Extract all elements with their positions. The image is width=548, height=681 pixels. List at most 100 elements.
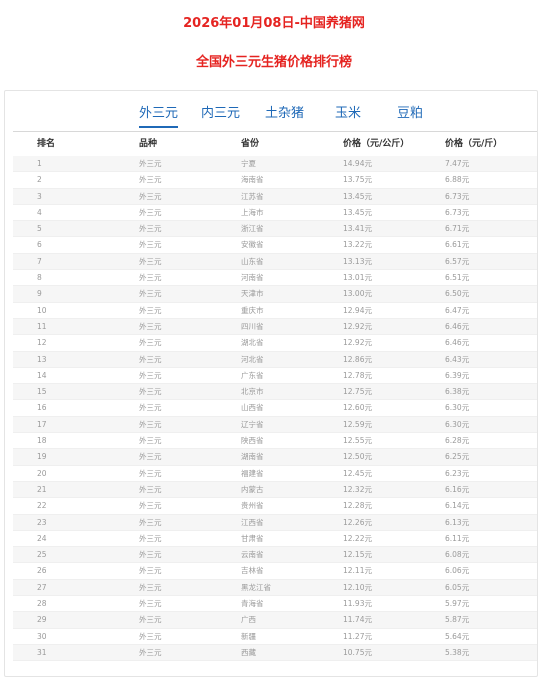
rank-cell: 26 xyxy=(37,566,47,576)
breed-cell: 外三元 xyxy=(139,452,162,462)
table-row: 25 外三元 云南省 12.15元 6.08元 xyxy=(13,547,537,564)
header-breed[interactable]: 品种 xyxy=(139,132,157,156)
province-cell: 辽宁省 xyxy=(241,419,264,429)
price-kg-cell: 12.15元 xyxy=(343,550,372,560)
breed-cell: 外三元 xyxy=(139,517,162,527)
rank-cell: 29 xyxy=(37,615,47,625)
rank-cell: 2 xyxy=(37,175,42,185)
price-kg-cell: 13.00元 xyxy=(343,289,372,299)
province-cell: 海南省 xyxy=(241,175,264,185)
province-cell: 江苏省 xyxy=(241,191,264,201)
price-jin-cell: 6.43元 xyxy=(445,354,470,364)
table-row: 26 外三元 吉林省 12.11元 6.06元 xyxy=(13,563,537,580)
table-row: 1 外三元 宁夏 14.94元 7.47元 xyxy=(13,156,537,173)
price-jin-cell: 6.46元 xyxy=(445,321,470,331)
breed-cell: 外三元 xyxy=(139,321,162,331)
table-row: 4 外三元 上海市 13.45元 6.73元 xyxy=(13,205,537,222)
price-jin-cell: 6.25元 xyxy=(445,452,470,462)
header-province[interactable]: 省份 xyxy=(241,132,259,156)
province-cell: 山西省 xyxy=(241,403,264,413)
price-kg-cell: 12.32元 xyxy=(343,484,372,494)
table-row: 17 外三元 辽宁省 12.59元 6.30元 xyxy=(13,416,537,434)
price-kg-cell: 12.78元 xyxy=(343,370,372,380)
province-cell: 福建省 xyxy=(241,468,264,478)
price-kg-cell: 13.41元 xyxy=(343,224,372,234)
tab-soybean-meal[interactable]: 豆粕 xyxy=(397,105,423,123)
province-cell: 山东省 xyxy=(241,256,264,266)
province-cell: 广东省 xyxy=(241,370,264,380)
rank-cell: 5 xyxy=(37,224,42,234)
province-cell: 黑龙江省 xyxy=(241,582,271,592)
rank-cell: 16 xyxy=(37,403,47,413)
table-row: 29 外三元 广西 11.74元 5.87元 xyxy=(13,612,537,629)
province-cell: 重庆市 xyxy=(241,305,264,315)
price-kg-cell: 13.45元 xyxy=(343,191,372,201)
table-row: 5 外三元 浙江省 13.41元 6.71元 xyxy=(13,221,537,238)
rank-cell: 15 xyxy=(37,387,47,397)
price-kg-cell: 13.75元 xyxy=(343,175,372,185)
price-jin-cell: 6.30元 xyxy=(445,403,470,413)
header-price-per-jin[interactable]: 价格（元/斤） xyxy=(445,132,502,156)
price-kg-cell: 12.55元 xyxy=(343,436,372,446)
province-cell: 广西 xyxy=(241,615,256,625)
price-kg-cell: 11.27元 xyxy=(343,631,372,641)
rank-cell: 1 xyxy=(37,159,42,168)
header-rank[interactable]: 排名 xyxy=(37,132,55,156)
price-jin-cell: 6.61元 xyxy=(445,240,470,250)
price-jin-cell: 6.05元 xyxy=(445,582,470,592)
tab-tu-za-zhu[interactable]: 土杂猪 xyxy=(265,105,304,123)
price-kg-cell: 12.59元 xyxy=(343,419,372,429)
breed-cell: 外三元 xyxy=(139,403,162,413)
price-kg-cell: 13.22元 xyxy=(343,240,372,250)
table-row: 23 外三元 江西省 12.26元 6.13元 xyxy=(13,514,537,531)
price-kg-cell: 13.01元 xyxy=(343,273,372,283)
breed-cell: 外三元 xyxy=(139,240,162,250)
table-header: 排名 品种 省份 价格（元/公斤） 价格（元/斤） xyxy=(13,131,537,157)
rank-cell: 24 xyxy=(37,533,47,543)
table-row: 24 外三元 甘肃省 12.22元 6.11元 xyxy=(13,531,537,548)
breed-cell: 外三元 xyxy=(139,289,162,299)
price-kg-cell: 13.13元 xyxy=(343,256,372,266)
table-row: 31 外三元 西藏 10.75元 5.38元 xyxy=(13,644,537,662)
tab-corn[interactable]: 玉米 xyxy=(335,105,361,123)
rank-cell: 19 xyxy=(37,452,47,462)
table-row: 14 外三元 广东省 12.78元 6.39元 xyxy=(13,368,537,385)
breed-cell: 外三元 xyxy=(139,582,162,592)
province-cell: 四川省 xyxy=(241,321,264,331)
province-cell: 湖北省 xyxy=(241,338,264,348)
table-row: 12 外三元 湖北省 12.92元 6.46元 xyxy=(13,335,537,352)
price-jin-cell: 6.51元 xyxy=(445,273,470,283)
table-row: 22 外三元 贵州省 12.28元 6.14元 xyxy=(13,498,537,515)
tab-wai-san-yuan[interactable]: 外三元 xyxy=(139,105,179,128)
price-kg-cell: 12.26元 xyxy=(343,517,372,527)
page-title: 2026年01月08日-中国养猪网 xyxy=(183,16,365,31)
province-cell: 陕西省 xyxy=(241,436,264,446)
tab-nei-san-yuan[interactable]: 内三元 xyxy=(201,105,240,123)
price-kg-cell: 10.75元 xyxy=(343,647,372,657)
province-cell: 云南省 xyxy=(241,550,264,560)
table-row: 27 外三元 黑龙江省 12.10元 6.05元 xyxy=(13,579,537,597)
header-price-per-kg[interactable]: 价格（元/公斤） xyxy=(343,132,409,156)
province-cell: 天津市 xyxy=(241,289,264,299)
table-row: 30 外三元 新疆 11.27元 5.64元 xyxy=(13,629,537,645)
table-row: 6 外三元 安徽省 13.22元 6.61元 xyxy=(13,237,537,254)
breed-cell: 外三元 xyxy=(139,159,162,168)
rank-cell: 21 xyxy=(37,484,47,494)
province-cell: 河北省 xyxy=(241,354,264,364)
price-jin-cell: 6.38元 xyxy=(445,387,470,397)
price-kg-cell: 12.92元 xyxy=(343,338,372,348)
rank-cell: 12 xyxy=(37,338,47,348)
ranking-card: 外三元 内三元 土杂猪 玉米 豆粕 排名 品种 省份 价格（元/公斤） 价格（元… xyxy=(4,90,538,677)
price-jin-cell: 5.64元 xyxy=(445,631,470,641)
breed-cell: 外三元 xyxy=(139,387,162,397)
province-cell: 安徽省 xyxy=(241,240,264,250)
table-row: 21 外三元 内蒙古 12.32元 6.16元 xyxy=(13,481,537,499)
table-row: 19 外三元 湖南省 12.50元 6.25元 xyxy=(13,449,537,466)
price-jin-cell: 6.08元 xyxy=(445,550,470,560)
rank-cell: 4 xyxy=(37,207,42,217)
province-cell: 湖南省 xyxy=(241,452,264,462)
rank-cell: 25 xyxy=(37,550,47,560)
province-cell: 甘肃省 xyxy=(241,533,264,543)
province-cell: 上海市 xyxy=(241,207,264,217)
province-cell: 贵州省 xyxy=(241,501,264,511)
